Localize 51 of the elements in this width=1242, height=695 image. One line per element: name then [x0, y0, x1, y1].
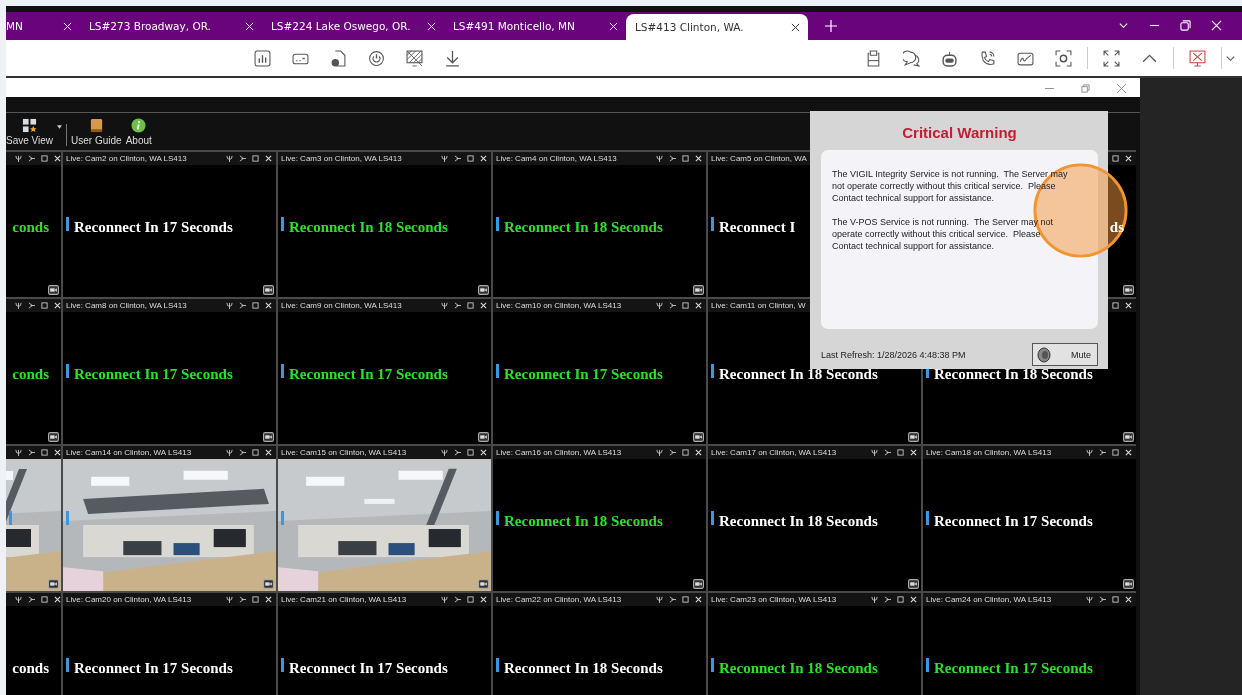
- browser-tab[interactable]: LS#273 Broadway, OR.: [80, 12, 262, 40]
- camera-title: Live: Cam11 on Clinton, W: [711, 301, 806, 310]
- camera-title: Live: Cam14 on Clinton, WA LS413: [66, 448, 192, 457]
- toolbar-button[interactable]: User Guide: [71, 118, 126, 146]
- camera-title: Live: Cam2 on Clinton, WA LS413: [66, 154, 187, 163]
- reconnect-message: Reconnect In 18 Seconds: [504, 659, 663, 677]
- reconnect-message: Reconnect In 17 Seconds: [74, 365, 233, 383]
- reconnect-message: Reconnect In 18 Seconds: [719, 659, 878, 677]
- camera-title: Live: Cam18 on Clinton, WA LS413: [926, 448, 1052, 457]
- reconnect-message: Reconnect In 17 Seconds: [934, 659, 1093, 677]
- reconnect-message: Reconnect In 17 Seconds: [289, 365, 448, 383]
- camera-title: Live: Cam21 on Clinton, WA LS413: [281, 595, 407, 604]
- browser-tab[interactable]: LS#224 Lake Oswego, OR.: [262, 12, 444, 40]
- browser-tab[interactable]: LS#413 Clinton, WA.: [626, 14, 808, 40]
- reconnect-message: ds: [1109, 218, 1124, 236]
- camera-title: Live: Cam23 on Clinton, WA LS413: [711, 595, 837, 604]
- reconnect-message: Reconnect I: [719, 218, 796, 236]
- camera-title: Live: Cam15 on Clinton, WA LS413: [281, 448, 407, 457]
- reconnect-message: conds: [12, 218, 49, 236]
- reconnect-message: Reconnect In 18 Seconds: [934, 365, 1093, 383]
- camera-title: Live: Cam22 on Clinton, WA LS413: [496, 595, 622, 604]
- reconnect-message: Reconnect In 17 Seconds: [74, 218, 233, 236]
- reconnect-message: Reconnect In 18 Seconds: [719, 365, 878, 383]
- camera-title: Live: Cam5 on Clinton, WA: [711, 154, 807, 163]
- camera-title: Live: Cam3 on Clinton, WA LS413: [281, 154, 402, 163]
- reconnect-message: Reconnect In 17 Seconds: [934, 512, 1093, 530]
- reconnect-message: Reconnect In 18 Seconds: [504, 218, 663, 236]
- reconnect-message: conds: [12, 659, 49, 677]
- camera-title: Live: Cam16 on Clinton, WA LS413: [496, 448, 622, 457]
- camera-title: Live: Cam17 on Clinton, WA LS413: [711, 448, 837, 457]
- mute-button[interactable]: Mute: [1032, 343, 1098, 366]
- camera-title: Live: Cam20 on Clinton, WA LS413: [66, 595, 192, 604]
- camera-title: Live: Cam9 on Clinton, WA LS413: [281, 301, 402, 310]
- camera-title: Live: Cam10 on Clinton, WA LS413: [496, 301, 622, 310]
- toolbar-button[interactable]: About: [125, 118, 156, 146]
- reconnect-message: Reconnect In 18 Seconds: [719, 512, 878, 530]
- reconnect-message: Reconnect In 18 Seconds: [504, 512, 663, 530]
- toolbar-button[interactable]: Save View: [6, 118, 58, 146]
- reconnect-message: Reconnect In 17 Seconds: [504, 365, 663, 383]
- last-refresh-text: Last Refresh: 1/28/2026 4:48:38 PM: [821, 349, 966, 360]
- reconnect-message: conds: [12, 365, 49, 383]
- reconnect-message: Reconnect In 17 Seconds: [289, 659, 448, 677]
- camera-title: Live: Cam4 on Clinton, WA LS413: [496, 154, 617, 163]
- browser-tab[interactable]: MN: [6, 12, 80, 40]
- camera-title: Live: Cam24 on Clinton, WA LS413: [926, 595, 1052, 604]
- dialog-title: Critical Warning: [901, 124, 1018, 143]
- warning-message: The VIGIL Integrity Service is not running. The Server may not operate correctly without this critical service. Please Contact technical support for assistance.: [832, 168, 1069, 204]
- reconnect-message: Reconnect In 17 Seconds: [74, 659, 233, 677]
- camera-title: Live: Cam8 on Clinton, WA LS413: [66, 301, 187, 310]
- reconnect-message: Reconnect In 18 Seconds: [289, 218, 448, 236]
- browser-tab[interactable]: LS#491 Monticello, MN: [444, 12, 626, 40]
